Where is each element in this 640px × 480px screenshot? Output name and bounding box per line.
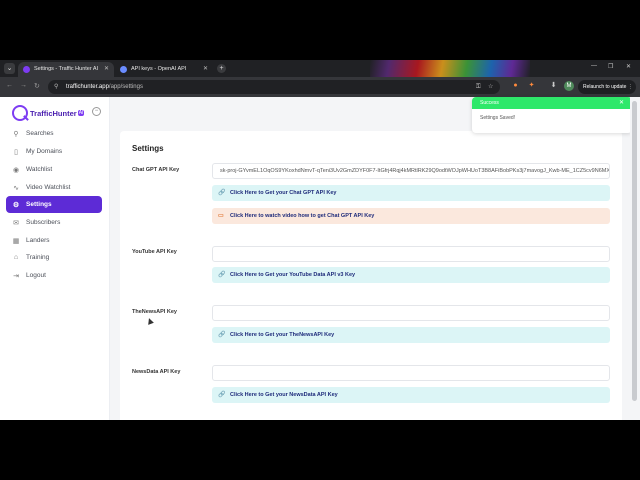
forward-icon[interactable]: → bbox=[20, 82, 27, 89]
traffichunter-favicon-icon bbox=[23, 66, 30, 73]
success-toast: Success ✕ Settings Saved! bbox=[472, 97, 632, 133]
chatgpt-key-input[interactable]: sk-proj-GYvmEL1OqOS9YKoxhdNmvT-qTeni3Uv2… bbox=[212, 163, 610, 179]
sidebar-item-label: Video Watchlist bbox=[26, 184, 71, 191]
page-title: Settings bbox=[132, 144, 164, 153]
grid-icon: ▦ bbox=[12, 237, 20, 245]
sidebar-item-subscribers[interactable]: ✉ Subscribers bbox=[6, 214, 102, 231]
sidebar-item-label: Subscribers bbox=[26, 219, 61, 226]
sidebar: TrafficHunter AI − ⚲ Searches ▯ My Domai… bbox=[0, 97, 110, 420]
reload-icon[interactable]: ↻ bbox=[34, 82, 40, 90]
close-window-icon[interactable]: ✕ bbox=[626, 63, 631, 70]
sidebar-item-label: Searches bbox=[26, 130, 54, 137]
logo-text: TrafficHunter bbox=[30, 108, 77, 118]
profile-avatar[interactable]: M bbox=[564, 81, 574, 91]
tab-label: Settings - Traffic Hunter AI bbox=[34, 66, 99, 72]
link-icon: 🔗 bbox=[218, 332, 226, 338]
tab-label: API keys - OpenAI API bbox=[131, 66, 187, 72]
toast-header: Success ✕ bbox=[472, 97, 632, 109]
extension-icon[interactable]: ● bbox=[511, 81, 520, 90]
sidebar-item-label: My Domains bbox=[26, 148, 63, 155]
star-icon[interactable]: ☆ bbox=[488, 80, 493, 94]
scrollbar-thumb[interactable] bbox=[632, 101, 637, 401]
sidebar-item-label: Watchlist bbox=[26, 166, 53, 173]
activity-icon: ∿ bbox=[13, 184, 19, 192]
logout-icon: ⇥ bbox=[13, 272, 19, 280]
newsdata-key-link[interactable]: 🔗 Click Here to Get your NewsData API Ke… bbox=[212, 387, 610, 403]
puzzle-icon[interactable]: ✦ bbox=[527, 81, 536, 90]
tab-strip: ⌄ Settings - Traffic Hunter AI ✕ API key… bbox=[0, 60, 640, 77]
logo[interactable]: TrafficHunter AI bbox=[12, 105, 85, 121]
thenewsapi-key-label: TheNewsAPI Key bbox=[132, 309, 177, 315]
address-path: /app/settings bbox=[108, 84, 143, 90]
sidebar-item-watchlist[interactable]: ◉ Watchlist bbox=[6, 161, 102, 178]
sidebar-item-training[interactable]: ⌂ Training bbox=[6, 249, 102, 266]
toolbar: ← → ↻ ⚲ traffichunter.app/app/settings ⚿… bbox=[0, 77, 640, 97]
close-tab-icon[interactable]: ✕ bbox=[104, 62, 109, 77]
sidebar-item-label: Training bbox=[26, 254, 50, 261]
eye-icon: ◉ bbox=[12, 166, 20, 174]
sidebar-item-landers[interactable]: ▦ Landers bbox=[6, 232, 102, 249]
link-icon: 🔗 bbox=[218, 272, 226, 278]
chatgpt-key-label: Chat GPT API Key bbox=[132, 167, 180, 173]
scrollbar[interactable] bbox=[630, 97, 640, 420]
tab-openai[interactable]: API keys - OpenAI API ✕ bbox=[115, 62, 213, 77]
youtube-key-label: YouTube API Key bbox=[132, 249, 177, 255]
sidebar-item-label: Settings bbox=[26, 201, 52, 208]
sidebar-item-settings[interactable]: ⚙ Settings bbox=[6, 196, 102, 213]
maximize-icon[interactable]: ❐ bbox=[608, 63, 613, 70]
gear-icon: ⚙ bbox=[12, 201, 20, 209]
relaunch-label: Relaunch to update bbox=[583, 84, 627, 90]
toast-title: Success bbox=[480, 100, 499, 106]
theme-decoration bbox=[370, 60, 530, 77]
logo-magnifier-icon bbox=[12, 105, 28, 121]
mail-icon: ✉ bbox=[13, 219, 19, 227]
download-icon[interactable]: ⬇ bbox=[549, 81, 558, 90]
link-label: Click Here to Get your TheNewsAPI Key bbox=[230, 332, 335, 338]
newsdata-key-input[interactable] bbox=[212, 365, 610, 381]
relaunch-button[interactable]: Relaunch to update ⋮ bbox=[578, 80, 636, 94]
link-icon: 🔗 bbox=[218, 392, 226, 398]
thenewsapi-key-link[interactable]: 🔗 Click Here to Get your TheNewsAPI Key bbox=[212, 327, 610, 343]
sidebar-item-logout[interactable]: ⇥ Logout bbox=[6, 267, 102, 284]
address-bar[interactable]: ⚲ traffichunter.app/app/settings ⚿ ☆ bbox=[48, 80, 500, 94]
settings-card: Settings Chat GPT API Key sk-proj-GYvmEL… bbox=[120, 131, 622, 420]
close-icon[interactable]: ✕ bbox=[619, 97, 624, 109]
app-page: TrafficHunter AI − ⚲ Searches ▯ My Domai… bbox=[0, 97, 640, 420]
thenewsapi-key-input[interactable] bbox=[212, 305, 610, 321]
address-host: traffichunter.app bbox=[66, 84, 109, 90]
logo-badge: AI bbox=[77, 110, 85, 116]
link-label: Click Here to watch video how to get Cha… bbox=[230, 213, 375, 219]
sidebar-item-searches[interactable]: ⚲ Searches bbox=[6, 125, 102, 142]
site-info-icon[interactable]: ⚲ bbox=[54, 80, 58, 94]
openai-favicon-icon bbox=[120, 66, 127, 73]
newsdata-key-label: NewsData API Key bbox=[132, 369, 181, 375]
chatgpt-key-link[interactable]: 🔗 Click Here to Get your Chat GPT API Ke… bbox=[212, 185, 610, 201]
link-label: Click Here to Get your Chat GPT API Key bbox=[230, 190, 337, 196]
link-icon: 🔗 bbox=[218, 190, 226, 196]
link-label: Click Here to Get your NewsData API Key bbox=[230, 392, 338, 398]
back-icon[interactable]: ← bbox=[6, 82, 13, 89]
youtube-key-link[interactable]: 🔗 Click Here to Get your YouTube Data AP… bbox=[212, 267, 610, 283]
search-icon: ⚲ bbox=[13, 130, 19, 138]
toast-message: Settings Saved! bbox=[480, 115, 516, 121]
new-tab-button[interactable]: + bbox=[217, 64, 226, 73]
minimize-icon[interactable]: — bbox=[591, 63, 597, 69]
browser-window: ⌄ Settings - Traffic Hunter AI ✕ API key… bbox=[0, 60, 640, 420]
close-tab-icon[interactable]: ✕ bbox=[203, 62, 208, 77]
video-icon: ▭ bbox=[218, 213, 224, 219]
key-icon[interactable]: ⚿ bbox=[476, 80, 481, 94]
sidebar-item-my-domains[interactable]: ▯ My Domains bbox=[6, 143, 102, 160]
collapse-sidebar-button[interactable]: − bbox=[92, 107, 101, 116]
tab-search-icon[interactable]: ⌄ bbox=[4, 63, 15, 74]
chatgpt-video-link[interactable]: ▭ Click Here to watch video how to get C… bbox=[212, 208, 610, 224]
sidebar-item-video-watchlist[interactable]: ∿ Video Watchlist bbox=[6, 179, 102, 196]
link-label: Click Here to Get your YouTube Data API … bbox=[230, 272, 356, 278]
tab-settings[interactable]: Settings - Traffic Hunter AI ✕ bbox=[18, 62, 114, 77]
sidebar-item-label: Logout bbox=[26, 272, 46, 279]
youtube-key-input[interactable] bbox=[212, 246, 610, 262]
sidebar-item-label: Landers bbox=[26, 237, 50, 244]
graduation-cap-icon: ⌂ bbox=[13, 254, 19, 261]
bookmark-icon: ▯ bbox=[14, 148, 18, 156]
